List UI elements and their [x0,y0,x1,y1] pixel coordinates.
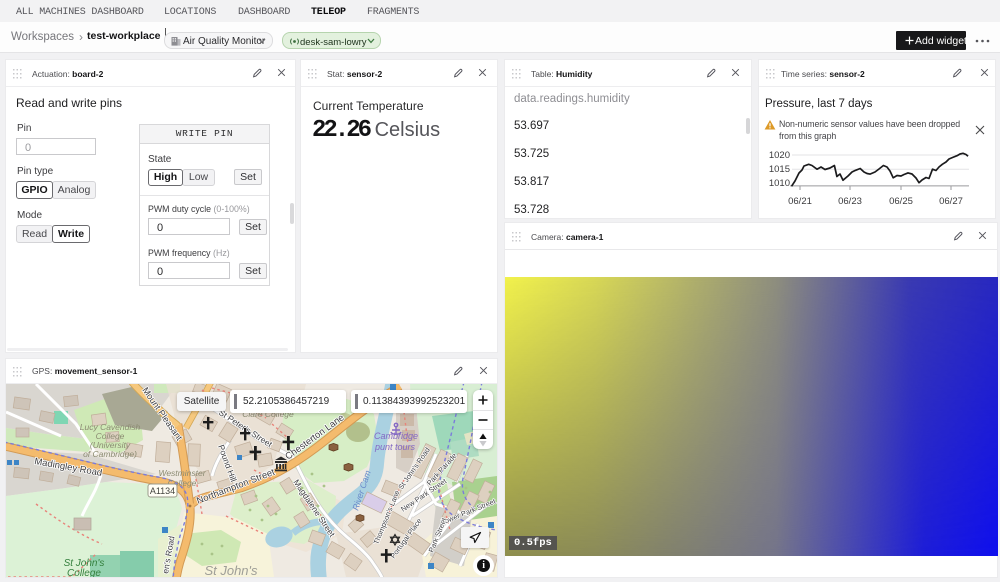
svg-text:1020: 1020 [769,150,790,161]
svg-text:College: College [67,568,101,577]
svg-text:A1134: A1134 [150,486,175,496]
svg-text:1015: 1015 [769,164,790,175]
svg-text:06/23: 06/23 [838,196,862,207]
svg-text:punt tours: punt tours [374,442,416,452]
svg-text:1010: 1010 [769,178,790,189]
svg-text:06/21: 06/21 [788,196,812,207]
svg-text:of Cambridge): of Cambridge) [83,449,137,459]
svg-text:Westminster: Westminster [158,468,206,478]
svg-text:06/25: 06/25 [889,196,913,207]
svg-text:06/27: 06/27 [939,196,963,207]
svg-text:St John's: St John's [204,563,258,577]
